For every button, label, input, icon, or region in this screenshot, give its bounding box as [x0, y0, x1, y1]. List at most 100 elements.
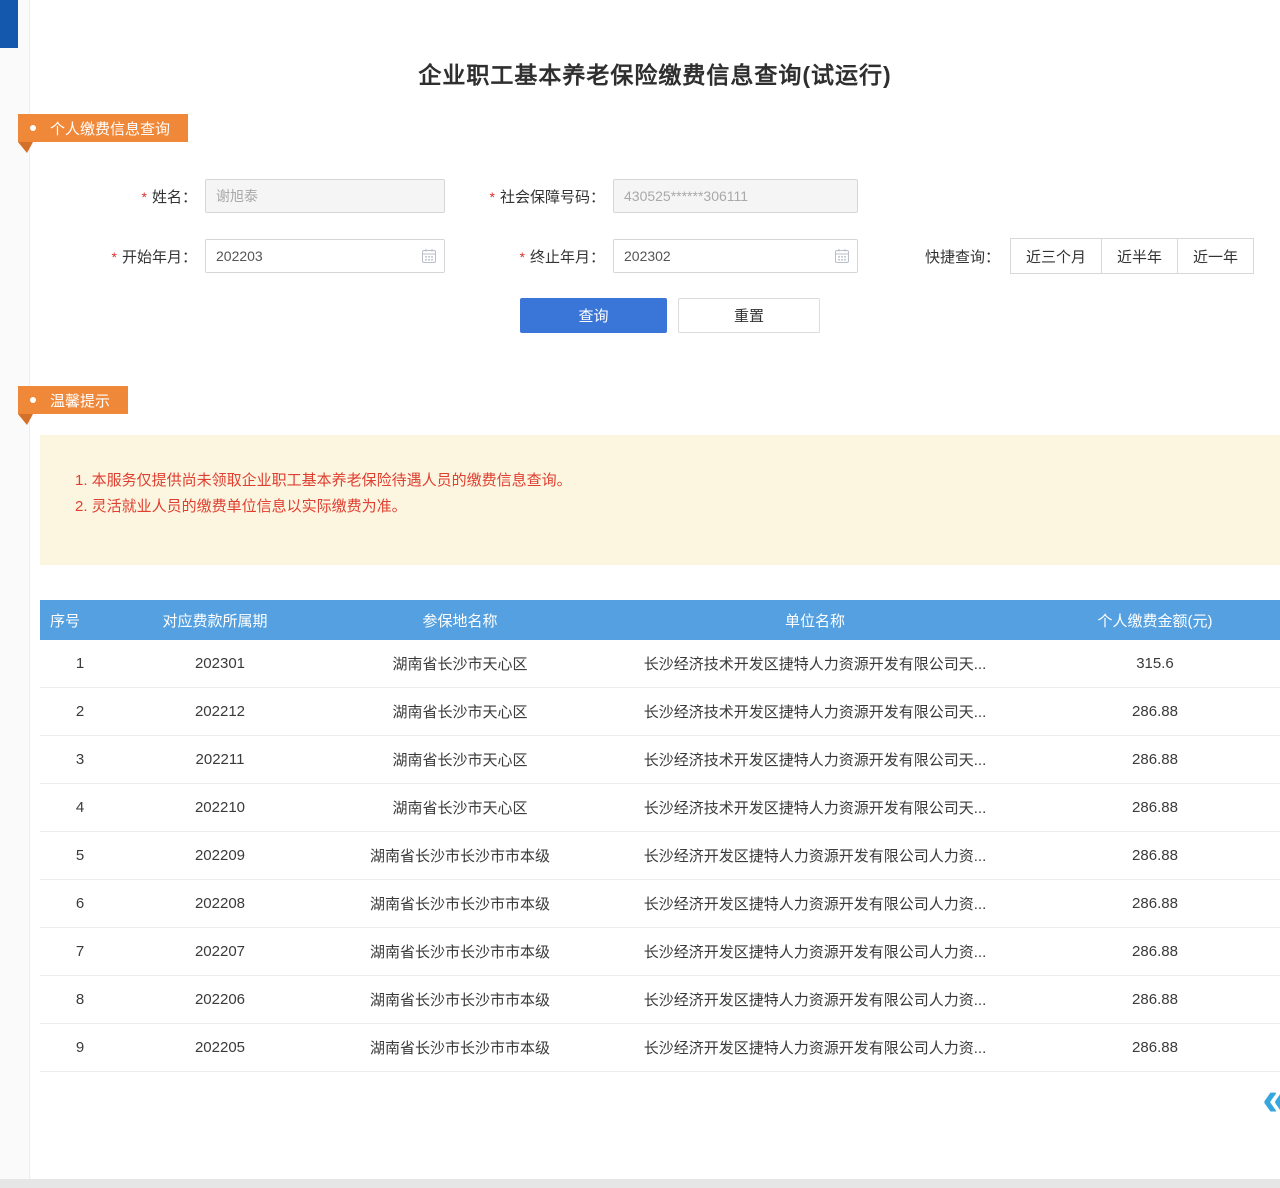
cell-area: 湖南省长沙市长沙市市本级 [320, 941, 600, 962]
start-date-input[interactable] [205, 239, 445, 273]
section-badge-label: 个人缴费信息查询 [50, 118, 170, 139]
quick-query-group: 快捷查询： 近三个月 近半年 近一年 [925, 238, 1254, 274]
pension-query-page: 企业职工基本养老保险缴费信息查询(试运行) 个人缴费信息查询 *姓名： *社会保… [0, 0, 1280, 1188]
cell-amount: 286.88 [1030, 991, 1280, 1008]
cell-period: 202208 [120, 895, 320, 912]
end-date-input-wrap [613, 239, 858, 273]
cell-seq: 2 [40, 703, 120, 720]
cell-company: 长沙经济开发区捷特人力资源开发有限公司人力资... [600, 1037, 1030, 1058]
cell-period: 202206 [120, 991, 320, 1008]
name-label: *姓名： [85, 186, 197, 207]
required-asterisk: * [112, 249, 117, 265]
section-badge-label: 温馨提示 [50, 390, 110, 411]
table-row: 4202210湖南省长沙市天心区长沙经济技术开发区捷特人力资源开发有限公司天..… [40, 784, 1280, 832]
cell-amount: 286.88 [1030, 703, 1280, 720]
bottom-bar [0, 1179, 1280, 1188]
cell-seq: 6 [40, 895, 120, 912]
required-asterisk: * [142, 189, 147, 205]
cell-amount: 315.6 [1030, 655, 1280, 672]
cell-seq: 1 [40, 655, 120, 672]
cell-company: 长沙经济技术开发区捷特人力资源开发有限公司天... [600, 701, 1030, 722]
cell-amount: 286.88 [1030, 943, 1280, 960]
cell-amount: 286.88 [1030, 895, 1280, 912]
quick-query-label: 快捷查询： [925, 246, 1000, 267]
reset-button[interactable]: 重置 [678, 298, 820, 333]
end-date-group: *终止年月： [450, 238, 858, 274]
cell-area: 湖南省长沙市长沙市市本级 [320, 1037, 600, 1058]
cell-company: 长沙经济开发区捷特人力资源开发有限公司人力资... [600, 989, 1030, 1010]
left-gutter [0, 0, 30, 1180]
quick-btn-half-year[interactable]: 近半年 [1101, 238, 1178, 274]
bullet-icon [30, 125, 36, 131]
start-date-group: *开始年月： [85, 238, 445, 274]
cell-company: 长沙经济开发区捷特人力资源开发有限公司人力资... [600, 845, 1030, 866]
table-row: 1202301湖南省长沙市天心区长沙经济技术开发区捷特人力资源开发有限公司天..… [40, 640, 1280, 688]
cell-amount: 286.88 [1030, 751, 1280, 768]
cell-area: 湖南省长沙市天心区 [320, 701, 600, 722]
table-row: 5202209湖南省长沙市长沙市市本级长沙经济开发区捷特人力资源开发有限公司人力… [40, 832, 1280, 880]
cell-amount: 286.88 [1030, 847, 1280, 864]
cell-period: 202205 [120, 1039, 320, 1056]
end-date-label: *终止年月： [450, 246, 605, 267]
collapse-chevron-icon[interactable]: « [1262, 1076, 1280, 1124]
cell-area: 湖南省长沙市天心区 [320, 749, 600, 770]
cell-area: 湖南省长沙市长沙市市本级 [320, 893, 600, 914]
cell-area: 湖南省长沙市天心区 [320, 797, 600, 818]
required-asterisk: * [490, 189, 495, 205]
name-field-group: *姓名： [85, 178, 445, 214]
cell-seq: 9 [40, 1039, 120, 1056]
cell-seq: 5 [40, 847, 120, 864]
table-body: 1202301湖南省长沙市天心区长沙经济技术开发区捷特人力资源开发有限公司天..… [40, 640, 1280, 1072]
cell-area: 湖南省长沙市长沙市市本级 [320, 989, 600, 1010]
cell-seq: 4 [40, 799, 120, 816]
tips-line: 1. 本服务仅提供尚未领取企业职工基本养老保险待遇人员的缴费信息查询。 [75, 468, 1260, 494]
header-period: 对应费款所属期 [110, 610, 320, 631]
start-date-input-wrap [205, 239, 445, 273]
cell-area: 湖南省长沙市长沙市市本级 [320, 845, 600, 866]
name-input[interactable] [205, 179, 445, 213]
cell-period: 202210 [120, 799, 320, 816]
cell-seq: 8 [40, 991, 120, 1008]
table-row: 3202211湖南省长沙市天心区长沙经济技术开发区捷特人力资源开发有限公司天..… [40, 736, 1280, 784]
end-date-input[interactable] [613, 239, 858, 273]
name-input-wrap [205, 179, 445, 213]
header-company: 单位名称 [600, 610, 1030, 631]
header-amount: 个人缴费金额(元) [1030, 610, 1280, 631]
ssn-input[interactable] [613, 179, 858, 213]
cell-area: 湖南省长沙市天心区 [320, 653, 600, 674]
tips-notice-box: 1. 本服务仅提供尚未领取企业职工基本养老保险待遇人员的缴费信息查询。 2. 灵… [40, 435, 1280, 565]
page-title: 企业职工基本养老保险缴费信息查询(试运行) [30, 56, 1280, 90]
ssn-field-group: *社会保障号码： [450, 178, 858, 214]
section-badge-tips: 温馨提示 [18, 386, 128, 414]
cell-period: 202301 [120, 655, 320, 672]
cell-company: 长沙经济技术开发区捷特人力资源开发有限公司天... [600, 749, 1030, 770]
cell-seq: 7 [40, 943, 120, 960]
cell-company: 长沙经济开发区捷特人力资源开发有限公司人力资... [600, 941, 1030, 962]
cell-period: 202209 [120, 847, 320, 864]
cell-period: 202211 [120, 751, 320, 768]
query-button[interactable]: 查询 [520, 298, 667, 333]
header-seq: 序号 [40, 610, 110, 631]
quick-btn-three-months[interactable]: 近三个月 [1010, 238, 1102, 274]
cell-company: 长沙经济开发区捷特人力资源开发有限公司人力资... [600, 893, 1030, 914]
header-area: 参保地名称 [320, 610, 600, 631]
ssn-label: *社会保障号码： [450, 186, 605, 207]
cell-amount: 286.88 [1030, 799, 1280, 816]
ssn-input-wrap [613, 179, 858, 213]
quick-btn-one-year[interactable]: 近一年 [1177, 238, 1254, 274]
corner-tab [0, 0, 18, 48]
section-badge-personal-query: 个人缴费信息查询 [18, 114, 188, 142]
table-row: 6202208湖南省长沙市长沙市市本级长沙经济开发区捷特人力资源开发有限公司人力… [40, 880, 1280, 928]
table-row: 2202212湖南省长沙市天心区长沙经济技术开发区捷特人力资源开发有限公司天..… [40, 688, 1280, 736]
table-row: 7202207湖南省长沙市长沙市市本级长沙经济开发区捷特人力资源开发有限公司人力… [40, 928, 1280, 976]
table-header-row: 序号 对应费款所属期 参保地名称 单位名称 个人缴费金额(元) [40, 600, 1280, 640]
quick-query-buttons: 近三个月 近半年 近一年 [1010, 238, 1254, 274]
table-row: 8202206湖南省长沙市长沙市市本级长沙经济开发区捷特人力资源开发有限公司人力… [40, 976, 1280, 1024]
bullet-icon [30, 397, 36, 403]
cell-seq: 3 [40, 751, 120, 768]
cell-amount: 286.88 [1030, 1039, 1280, 1056]
table-row: 9202205湖南省长沙市长沙市市本级长沙经济开发区捷特人力资源开发有限公司人力… [40, 1024, 1280, 1072]
cell-company: 长沙经济技术开发区捷特人力资源开发有限公司天... [600, 797, 1030, 818]
cell-period: 202212 [120, 703, 320, 720]
cell-period: 202207 [120, 943, 320, 960]
